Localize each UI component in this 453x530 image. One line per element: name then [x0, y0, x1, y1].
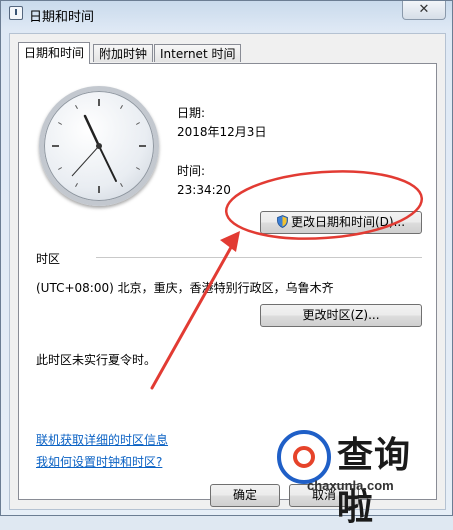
time-value: 23:34:20: [177, 183, 231, 197]
window-title: 日期和时间: [29, 10, 95, 25]
how-to-set-clock-link[interactable]: 我如何设置时钟和时区?: [36, 453, 162, 470]
clock-tick: [58, 122, 63, 125]
clock-tick: [135, 122, 140, 125]
section-divider: [96, 257, 422, 258]
clock-tick: [135, 167, 140, 170]
ok-button[interactable]: 确定: [210, 484, 280, 507]
timezone-value: (UTC+08:00) 北京，重庆，香港特别行政区，乌鲁木齐: [36, 281, 334, 295]
tab-date-time[interactable]: 日期和时间: [18, 42, 91, 64]
date-value: 2018年12月3日: [177, 125, 267, 139]
timezone-section-label: 时区: [36, 252, 61, 266]
time-label: 时间:: [177, 164, 206, 178]
clock-tick: [75, 182, 78, 187]
change-date-time-label: 更改日期和时间(D)...: [290, 215, 406, 229]
clock-tick: [58, 167, 63, 170]
tab-additional-clocks[interactable]: 附加时钟: [93, 44, 154, 62]
analog-clock: [39, 86, 159, 206]
clock-tick: [120, 182, 123, 187]
minute-hand: [98, 145, 117, 182]
watermark-logo: 查询啦 chaxunla.com: [277, 424, 447, 528]
brand-url: chaxunla.com: [307, 478, 394, 493]
date-label: 日期:: [177, 106, 206, 120]
change-date-time-button[interactable]: 更改日期和时间(D)...: [260, 211, 422, 234]
online-timezone-info-link[interactable]: 联机获取详细的时区信息: [36, 431, 168, 448]
close-button[interactable]: ✕: [402, 1, 446, 20]
change-timezone-button[interactable]: 更改时区(Z)...: [260, 304, 422, 327]
clock-tick: [120, 105, 123, 110]
tab-internet-time[interactable]: Internet 时间: [154, 44, 242, 62]
clock-dial: [52, 99, 146, 193]
clock-tick: [75, 105, 78, 110]
clock-window-icon: [9, 6, 23, 20]
title-bar[interactable]: 日期和时间 ✕: [1, 1, 452, 27]
second-hand: [71, 145, 100, 177]
brand-search-icon: [277, 430, 331, 484]
dst-note: 此时区未实行夏令时。: [36, 353, 157, 367]
shield-icon: [277, 215, 288, 228]
hour-hand: [83, 114, 101, 148]
